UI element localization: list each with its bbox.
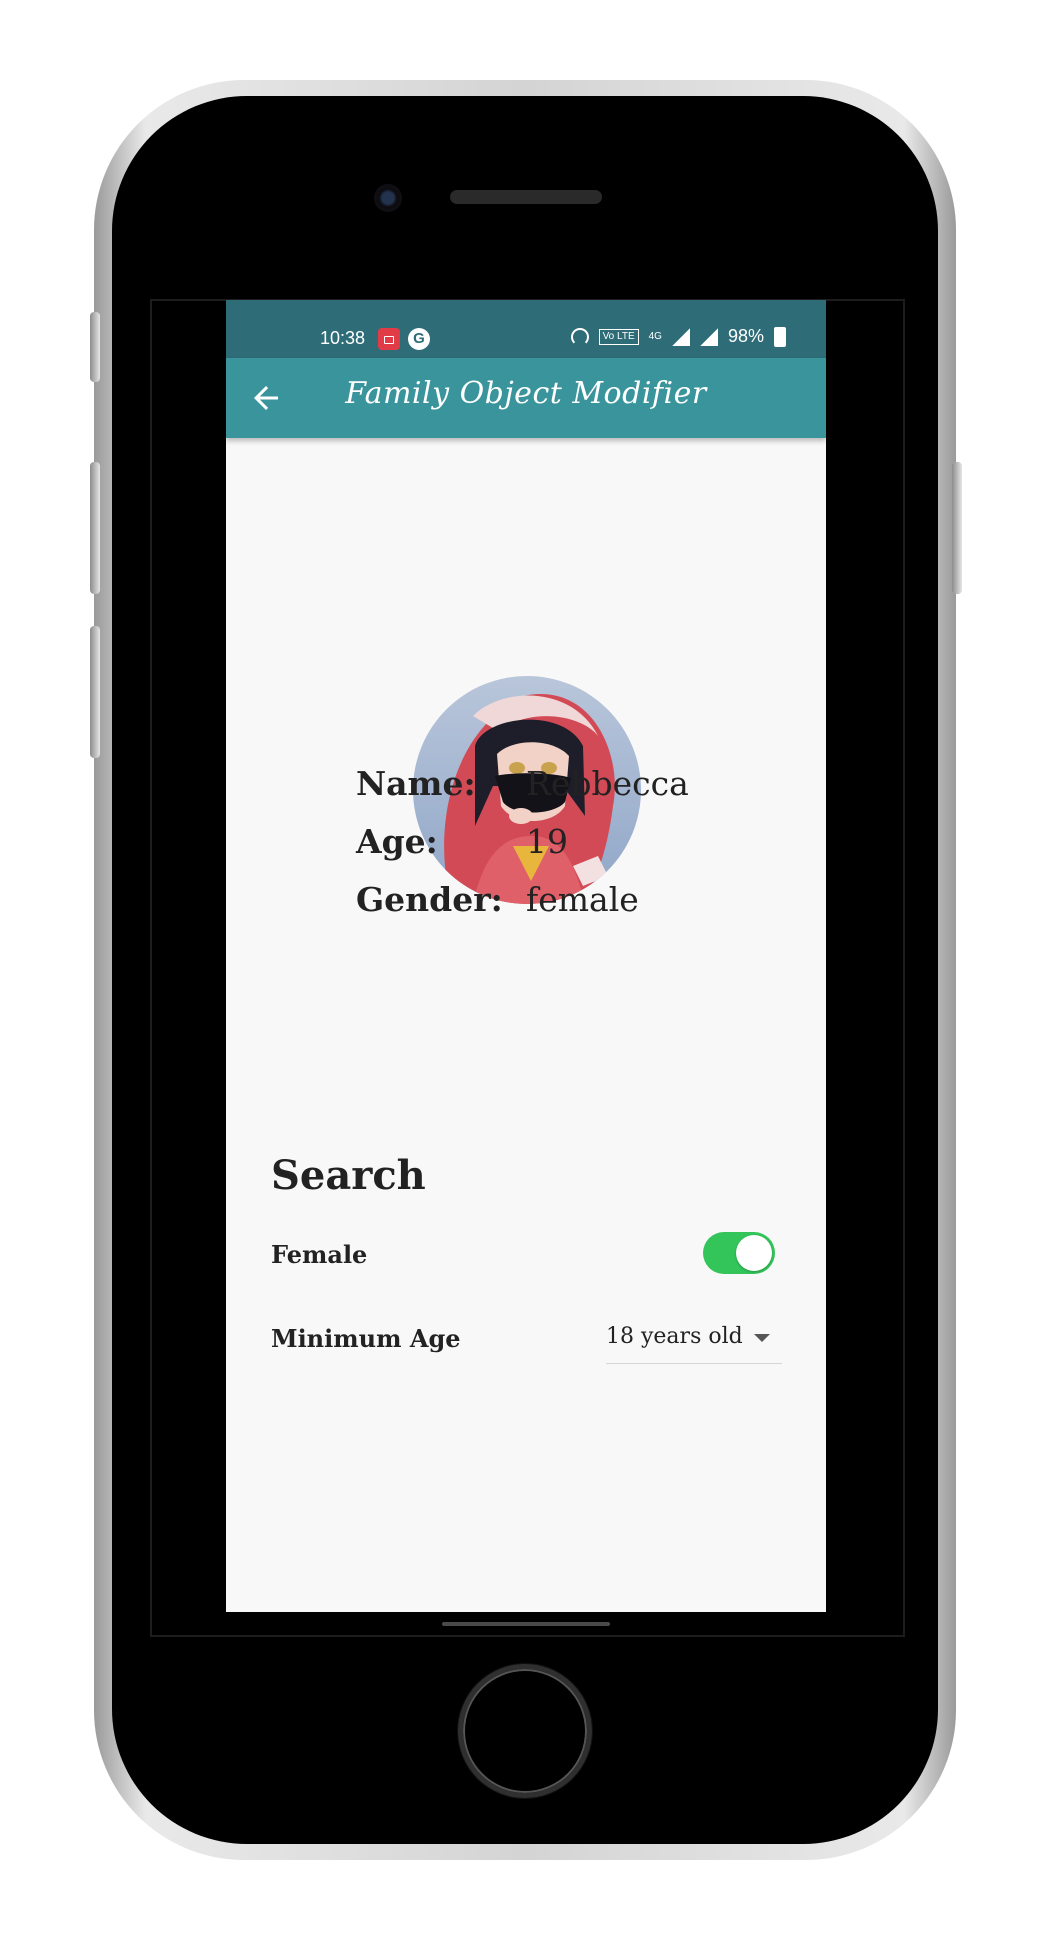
app-screen: 10:38 G Vo LTE 4G 98% Family Object Modi… bbox=[226, 300, 826, 1612]
app-bar: Family Object Modifier bbox=[226, 358, 826, 438]
status-time: 10:38 bbox=[320, 328, 366, 348]
minimum-age-value: 18 years old bbox=[606, 1324, 743, 1349]
volte-icon: Vo LTE bbox=[598, 328, 639, 345]
network-type-label: 4G bbox=[648, 330, 662, 342]
front-camera bbox=[374, 184, 402, 212]
gender-value: female bbox=[526, 880, 639, 919]
home-button[interactable] bbox=[458, 1664, 592, 1798]
hotspot-icon bbox=[570, 327, 589, 346]
female-label: Female bbox=[271, 1240, 368, 1269]
minimum-age-label: Minimum Age bbox=[271, 1324, 461, 1353]
age-label: Age: bbox=[356, 822, 438, 861]
female-toggle[interactable] bbox=[703, 1232, 775, 1274]
age-value: 19 bbox=[526, 822, 568, 861]
page-title: Family Object Modifier bbox=[345, 376, 707, 411]
earpiece-speaker bbox=[450, 190, 602, 204]
name-value: Rebbecca bbox=[526, 764, 689, 803]
volume-down-button bbox=[90, 626, 100, 758]
home-indicator bbox=[442, 1622, 610, 1626]
battery-percent: 98% bbox=[727, 326, 764, 346]
battery-icon bbox=[774, 326, 786, 347]
name-label: Name: bbox=[356, 764, 476, 803]
mute-switch bbox=[90, 312, 100, 382]
chevron-down-icon bbox=[754, 1334, 770, 1342]
screen-recorder-icon bbox=[378, 328, 400, 350]
google-icon: G bbox=[408, 328, 430, 350]
status-bar: 10:38 G Vo LTE 4G 98% bbox=[226, 300, 826, 358]
minimum-age-dropdown[interactable]: 18 years old bbox=[606, 1320, 782, 1364]
search-heading: Search bbox=[271, 1152, 426, 1199]
gender-label: Gender: bbox=[356, 880, 503, 919]
volume-up-button bbox=[90, 462, 100, 594]
signal-icon bbox=[699, 327, 718, 346]
power-button bbox=[952, 462, 962, 594]
4g-signal-icon bbox=[671, 327, 690, 346]
toggle-knob bbox=[736, 1235, 772, 1271]
status-icons: Vo LTE 4G 98% bbox=[570, 326, 786, 347]
